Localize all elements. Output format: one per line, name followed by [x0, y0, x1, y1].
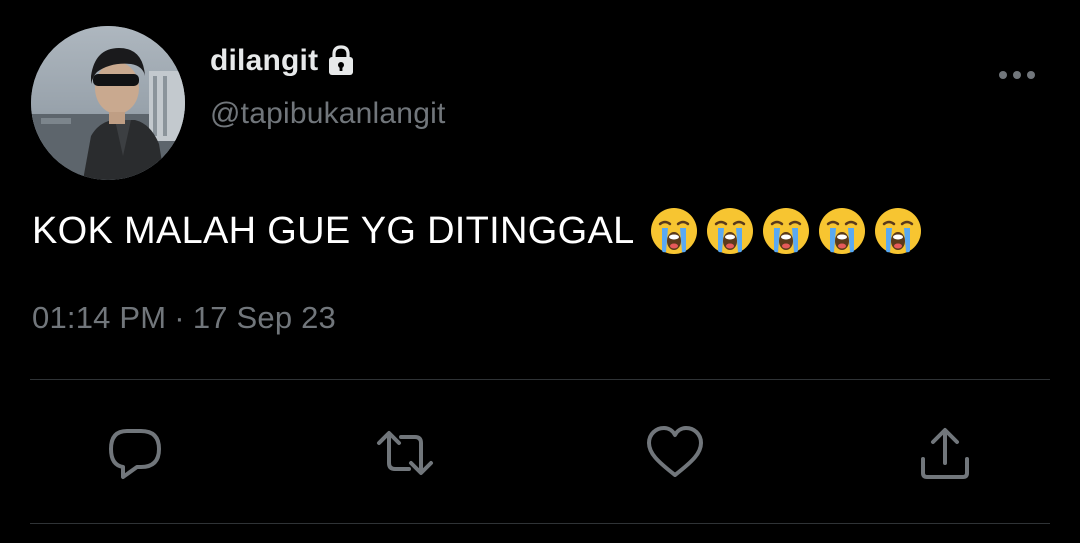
- loudly-crying-face-icon: [818, 208, 865, 254]
- retweet-button[interactable]: [372, 420, 438, 486]
- tweet-time: 01:14 PM: [32, 300, 167, 335]
- more-horizontal-icon: [999, 71, 1035, 79]
- divider: [30, 523, 1050, 524]
- loudly-crying-face-icon: [874, 208, 921, 254]
- tweet-timestamp[interactable]: 01:14 PM · 17 Sep 23: [32, 300, 336, 336]
- user-handle[interactable]: @tapibukanlangit: [210, 97, 445, 131]
- loudly-crying-face-icon: [762, 208, 809, 254]
- retweet-icon: [377, 431, 433, 475]
- share-button[interactable]: [912, 420, 978, 486]
- tweet-actions-bar: [0, 420, 1080, 486]
- reply-button[interactable]: [102, 420, 168, 486]
- lock-icon: [326, 45, 356, 77]
- loudly-crying-face-icon: [706, 208, 753, 254]
- reply-icon: [109, 429, 161, 479]
- loudly-crying-face-icon: [650, 208, 697, 254]
- meta-separator: ·: [174, 300, 185, 335]
- avatar[interactable]: [31, 26, 185, 180]
- tweet-body: KOK MALAH GUE YG DITINGGAL: [32, 209, 635, 252]
- author-name-row: dilangit: [210, 40, 356, 82]
- heart-icon: [647, 426, 703, 477]
- more-options-button[interactable]: [992, 60, 1042, 90]
- emoji-row: [649, 206, 923, 256]
- tweet-date: 17 Sep 23: [192, 300, 336, 335]
- tweet-card: dilangit @tapibukanlangit KOK MALAH GUE …: [0, 0, 1080, 543]
- tweet-text: KOK MALAH GUE YG DITINGGAL: [32, 206, 923, 256]
- share-icon: [921, 428, 969, 479]
- display-name[interactable]: dilangit: [210, 44, 318, 78]
- divider: [30, 379, 1050, 380]
- avatar-photo: [31, 26, 185, 180]
- like-button[interactable]: [642, 420, 708, 486]
